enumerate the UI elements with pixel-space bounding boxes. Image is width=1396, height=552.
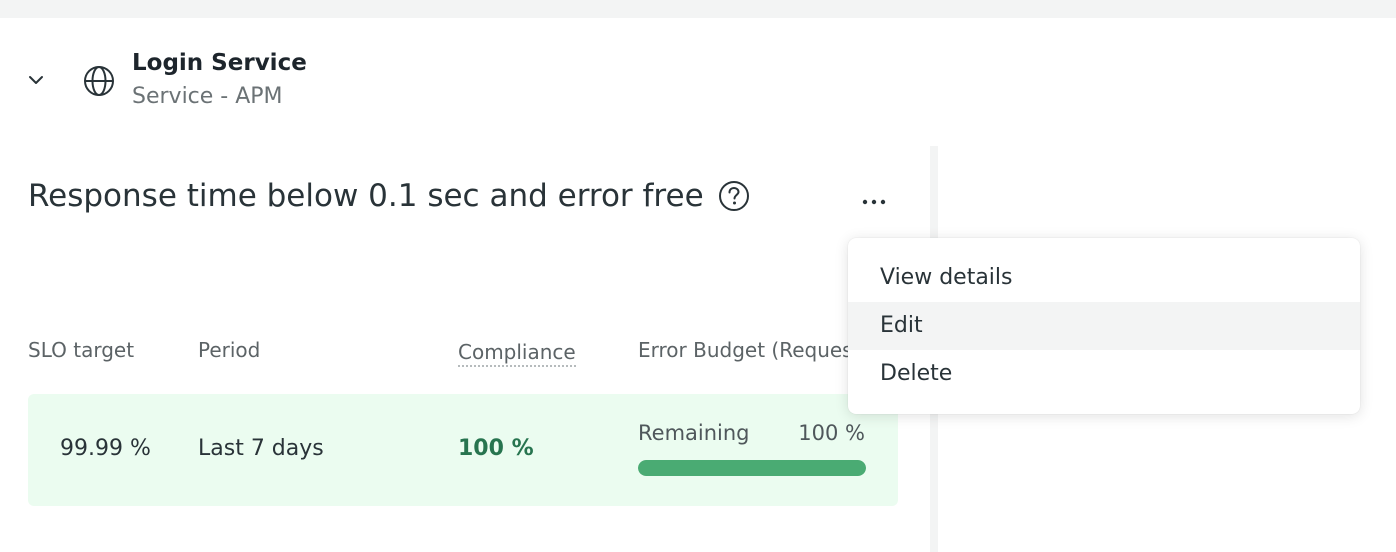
header-period: Period [198,338,261,362]
header-compliance[interactable]: Compliance [458,340,576,367]
menu-item-view-details[interactable]: View details [848,254,1360,302]
menu-item-edit[interactable]: Edit [848,302,1360,350]
budget-progress-bar [638,460,866,476]
header-slo-target: SLO target [28,338,135,362]
more-actions-button[interactable] [856,186,892,218]
globe-icon [84,66,114,96]
top-bar [0,0,1396,18]
ellipsis-icon [862,199,886,205]
slo-title: Response time below 0.1 sec and error fr… [28,178,750,214]
period-value: Last 7 days [198,436,324,461]
menu-item-delete[interactable]: Delete [848,350,1360,398]
collapse-toggle[interactable] [24,68,48,92]
slo-target-value: 99.99 % [60,436,151,461]
budget-progress-fill [638,460,866,476]
question-circle-icon[interactable] [718,180,750,212]
budget-remaining-value: 100 % [798,421,865,445]
actions-menu: View details Edit Delete [848,238,1360,414]
slo-page: Login Service Service - APM Response tim… [0,0,1396,552]
budget-remaining-label: Remaining [638,421,750,445]
header-error-budget: Error Budget (Requests) [638,338,852,362]
slo-title-text: Response time below 0.1 sec and error fr… [28,178,704,214]
compliance-value: 100 % [458,436,534,461]
entity-name[interactable]: Login Service [132,50,307,76]
entity-type: Service - APM [132,84,283,109]
chevron-down-icon [29,76,43,84]
